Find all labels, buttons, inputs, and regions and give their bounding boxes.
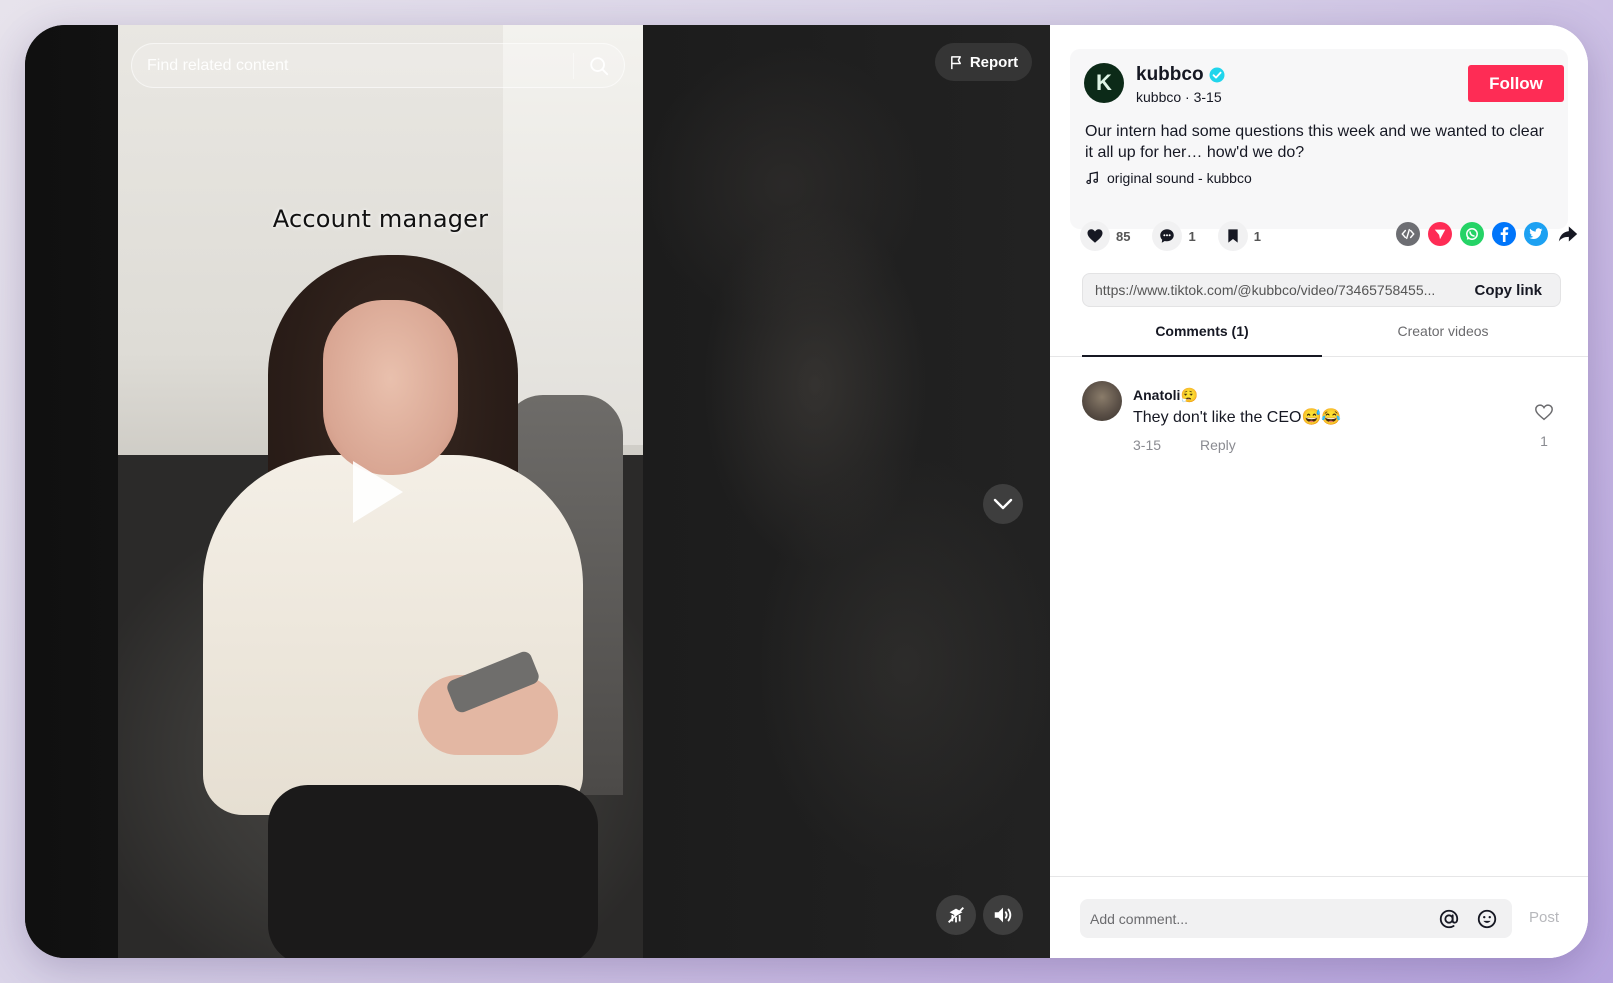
comment-action[interactable]: 1: [1152, 221, 1196, 251]
comment-text: They don't like the CEO😅😂: [1133, 409, 1342, 426]
flag-icon: [950, 55, 961, 69]
play-icon[interactable]: [347, 457, 407, 527]
save-action[interactable]: 1: [1217, 221, 1261, 251]
author-name[interactable]: kubbco: [1136, 64, 1225, 86]
avatar-letter: K: [1096, 70, 1112, 95]
volume-button[interactable]: [983, 895, 1023, 935]
verified-badge-icon: [1209, 67, 1225, 83]
send-to-friends-icon[interactable]: [1428, 222, 1452, 246]
action-bar: 85 1 1: [1080, 221, 1283, 251]
search-icon[interactable]: [574, 44, 624, 87]
music-note-icon: [1086, 171, 1099, 185]
tab-comments[interactable]: Comments (1): [1082, 321, 1322, 357]
share-arrow-icon[interactable]: [1556, 222, 1580, 246]
video-caption: Account manager: [272, 205, 489, 233]
video-wall: [503, 25, 643, 445]
post-description: Our intern had some questions this week …: [1085, 123, 1544, 161]
video-stage: Account manager Report: [25, 25, 1050, 958]
comment-tabs: Comments (1) Creator videos: [1050, 321, 1588, 357]
post-info-card: K kubbco kubbco · 3-15 Follow Our intern…: [1070, 49, 1568, 229]
twitter-icon[interactable]: [1524, 222, 1548, 246]
heart-outline-icon: [1535, 404, 1553, 421]
report-button[interactable]: Report: [935, 43, 1032, 81]
like-action[interactable]: 85: [1080, 221, 1130, 251]
comment-input-wrap: [1080, 899, 1512, 938]
copy-link-button[interactable]: Copy link: [1464, 282, 1560, 299]
video-person-pants: [268, 785, 598, 958]
comment-input[interactable]: [1080, 899, 1436, 938]
commenter-avatar[interactable]: [1082, 381, 1122, 421]
tab-creator-videos[interactable]: Creator videos: [1323, 321, 1563, 357]
comment-date: 3-15: [1133, 437, 1162, 453]
follow-button[interactable]: Follow: [1468, 65, 1564, 102]
comment-count: 1: [1188, 228, 1196, 244]
heart-icon: [1087, 229, 1103, 243]
picture-off-icon: [948, 907, 964, 923]
author-avatar[interactable]: K: [1084, 63, 1124, 103]
video-url[interactable]: https://www.tiktok.com/@kubbco/video/734…: [1083, 282, 1464, 298]
commenter-name[interactable]: Anatoli😮‍💨: [1133, 387, 1198, 404]
reply-button[interactable]: Reply: [1200, 437, 1236, 453]
volume-icon: [994, 907, 1012, 923]
app-window: Account manager Report K: [25, 25, 1588, 958]
details-panel: K kubbco kubbco · 3-15 Follow Our intern…: [1050, 25, 1588, 958]
save-count: 1: [1253, 228, 1261, 244]
comment-like-count: 1: [1540, 433, 1548, 449]
author-handle: kubbco: [1136, 89, 1182, 105]
whatsapp-icon[interactable]: [1460, 222, 1484, 246]
emoji-icon[interactable]: [1474, 906, 1500, 932]
next-video-button[interactable]: [983, 484, 1023, 524]
embed-icon[interactable]: [1396, 222, 1420, 246]
mention-icon[interactable]: [1436, 906, 1462, 932]
chevron-down-icon: [993, 498, 1013, 510]
report-label: Report: [969, 53, 1019, 71]
post-date: 3-15: [1193, 89, 1222, 105]
music-link[interactable]: original sound - kubbco: [1085, 170, 1252, 186]
search-input[interactable]: [132, 44, 573, 87]
search-bar: [131, 43, 625, 88]
author-meta: kubbco · 3-15: [1136, 89, 1222, 105]
floating-player-button[interactable]: [936, 895, 976, 935]
post-comment-button[interactable]: Post: [1529, 909, 1559, 926]
bookmark-icon: [1228, 229, 1238, 243]
comment-icon: [1160, 229, 1175, 243]
author-name-text: kubbco: [1136, 64, 1204, 85]
copy-link-box: https://www.tiktok.com/@kubbco/video/734…: [1082, 273, 1561, 307]
video-player[interactable]: Account manager: [118, 25, 643, 958]
share-row: [1396, 222, 1580, 246]
music-label: original sound - kubbco: [1107, 170, 1252, 186]
like-count: 85: [1116, 228, 1131, 244]
comment-like-button[interactable]: [1532, 403, 1556, 426]
facebook-icon[interactable]: [1492, 222, 1516, 246]
video-person-face: [323, 300, 458, 475]
comment-composer: Post: [1050, 876, 1588, 958]
